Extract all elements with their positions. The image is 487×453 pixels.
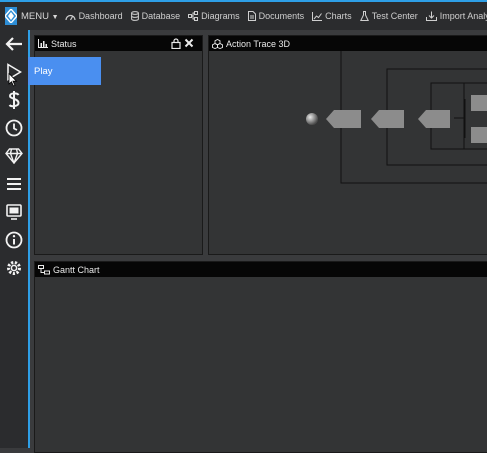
play-tooltip: Play <box>28 57 101 85</box>
panel-title: Status <box>51 38 77 49</box>
action-trace-panel-header: Action Trace 3D <box>209 36 487 51</box>
sidebar-item-back[interactable] <box>3 33 25 55</box>
nav-label: Diagrams <box>201 11 240 21</box>
dollar-icon <box>8 91 20 109</box>
nav-dashboard[interactable]: Dashboard <box>64 11 123 21</box>
action-trace-diagram <box>306 51 487 184</box>
status-panel-header: Status <box>35 36 202 51</box>
action-trace-panel: Action Trace 3D <box>208 35 487 255</box>
panel-title: Gantt Chart <box>53 264 100 275</box>
tooltip-label: Play <box>34 65 53 77</box>
nav-import-analyzer[interactable]: Import Analyzer <box>425 11 487 21</box>
trace-node <box>371 110 404 128</box>
charts-icon <box>312 11 323 21</box>
hamburger-icon <box>7 178 21 190</box>
nav-label: Dashboard <box>78 11 123 21</box>
flask-icon <box>359 11 369 21</box>
app-logo[interactable] <box>5 7 17 25</box>
sidebar-item-list[interactable] <box>3 173 25 195</box>
trace-node <box>418 110 450 128</box>
nav-database[interactable]: Database <box>130 11 181 21</box>
logo-icon <box>5 9 17 23</box>
sidebar-item-value[interactable] <box>3 145 25 167</box>
sidebar-item-history[interactable] <box>3 117 25 139</box>
nav-label: Test Center <box>371 11 418 21</box>
start-node <box>306 113 318 125</box>
trace-node <box>471 127 487 143</box>
nav-label: Documents <box>258 11 305 21</box>
sidebar-item-info[interactable] <box>3 229 25 251</box>
nav-test-center[interactable]: Test Center <box>359 11 418 21</box>
sidebar-item-cost[interactable] <box>3 89 25 111</box>
nav-charts[interactable]: Charts <box>312 11 352 21</box>
nav-label: Database <box>141 11 181 21</box>
sidebar-item-monitor[interactable] <box>3 201 25 223</box>
nav-diagrams[interactable]: Diagrams <box>188 11 240 21</box>
top-navigation-bar: MENU ▼ Dashboard Database Diagrams Docum… <box>0 2 487 30</box>
panel-title: Action Trace 3D <box>226 38 291 49</box>
gantt-chart-panel-header: Gantt Chart <box>35 262 487 277</box>
menu-label: MENU <box>21 10 49 22</box>
documents-icon <box>247 11 256 21</box>
diamond-icon <box>5 148 23 164</box>
diagrams-icon <box>188 11 199 21</box>
trace-node <box>471 95 487 111</box>
menu-button[interactable]: MENU ▼ <box>21 11 59 22</box>
dashboard-icon <box>64 14 76 20</box>
chevron-down-icon: ▼ <box>51 13 59 21</box>
import-analyzer-icon <box>425 11 437 21</box>
monitor-icon <box>6 204 22 220</box>
gantt-chart-panel: Gantt Chart <box>34 261 487 453</box>
database-icon <box>130 11 139 21</box>
sidebar-item-settings[interactable] <box>3 257 25 279</box>
gantt-chart-body[interactable] <box>35 277 487 452</box>
nav-label: Charts <box>325 11 352 21</box>
nav-label: Import Analyzer <box>439 11 487 21</box>
trace-node <box>326 110 361 128</box>
arrow-left-icon <box>5 37 22 51</box>
sidebar <box>0 30 30 448</box>
close-icon[interactable] <box>184 38 197 50</box>
clock-icon <box>5 119 23 137</box>
nav-documents[interactable]: Documents <box>247 11 305 21</box>
mouse-cursor-icon <box>8 72 18 92</box>
info-icon <box>5 231 23 249</box>
gantt-icon <box>38 264 50 274</box>
cubes-icon <box>212 38 223 49</box>
lock-icon[interactable] <box>171 38 184 51</box>
action-trace-canvas[interactable] <box>209 51 487 254</box>
gear-icon <box>7 261 21 275</box>
bar-chart-icon <box>38 39 48 48</box>
